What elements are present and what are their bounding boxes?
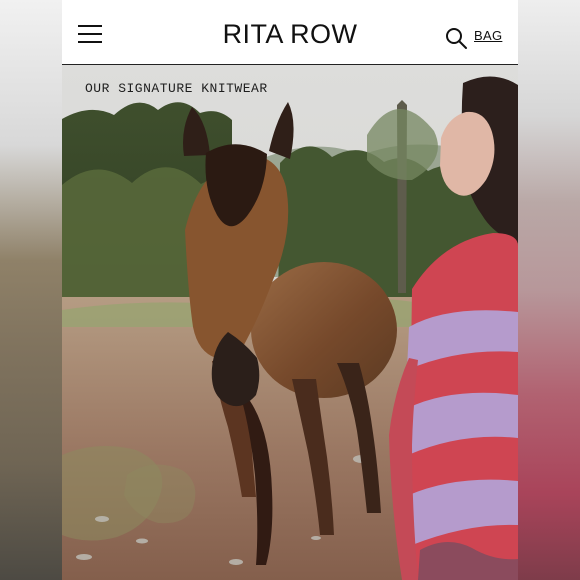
search-icon [446,28,467,49]
hamburger-menu-icon-line [78,41,102,43]
mobile-screen: RITA ROW BAG OUR SIGNATURE KNITWEAR [62,0,518,580]
menu-button[interactable] [78,24,102,44]
bag-link[interactable]: BAG [474,28,502,44]
screenshot-frame: RITA ROW BAG OUR SIGNATURE KNITWEAR [0,0,580,580]
search-button[interactable] [444,26,468,50]
hamburger-menu-icon-line [78,33,102,35]
left-blurred-border [0,0,62,580]
hero-image [62,65,518,580]
site-header: RITA ROW BAG [62,0,518,65]
hamburger-menu-icon-line [78,25,102,27]
right-blurred-border [518,0,580,580]
hero-caption: OUR SIGNATURE KNITWEAR [85,81,268,96]
hero-banner[interactable]: OUR SIGNATURE KNITWEAR [62,65,518,580]
